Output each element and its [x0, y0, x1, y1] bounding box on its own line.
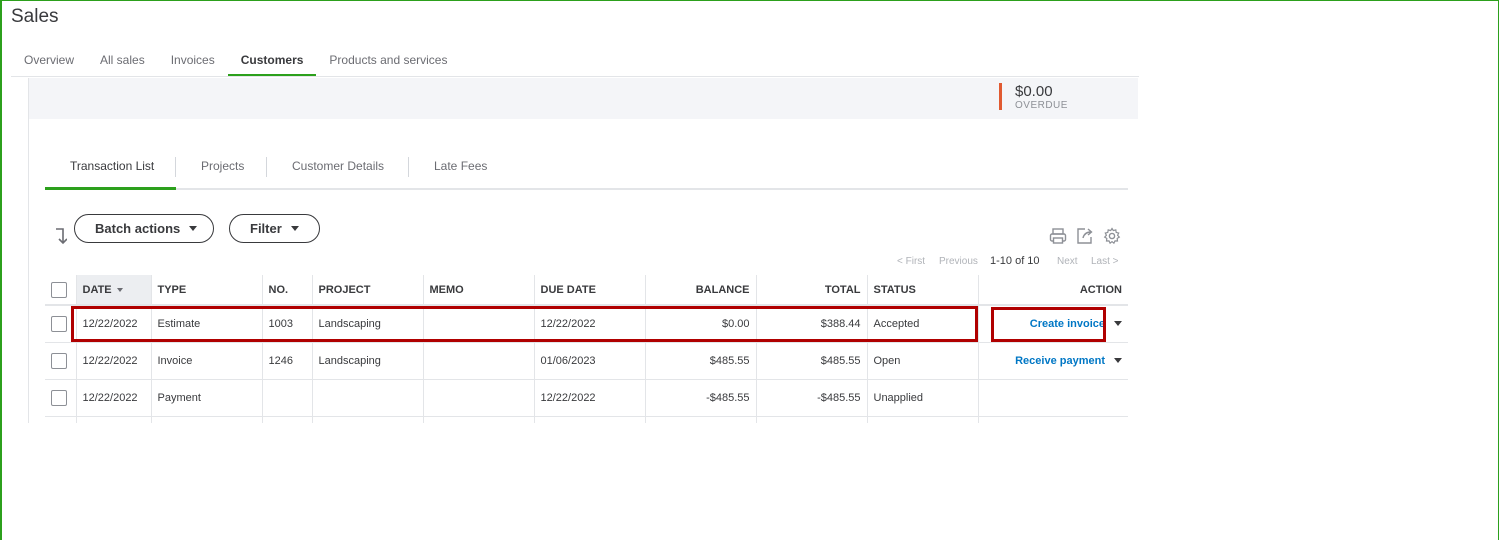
pagination-last[interactable]: Last >: [1091, 256, 1119, 267]
cell-action: Receive payment: [977, 342, 1128, 380]
pagination-next[interactable]: Next: [1057, 256, 1078, 267]
column-header-no[interactable]: NO.: [261, 275, 312, 306]
cell-balance: $0.00: [644, 305, 756, 343]
row-checkbox[interactable]: [51, 315, 67, 332]
column-header-total[interactable]: TOTAL: [755, 275, 867, 306]
cell-type: Payment: [150, 379, 262, 417]
sort-icon[interactable]: [53, 226, 67, 246]
cell-date: 12/22/2022: [75, 379, 151, 417]
cell-type: Invoice: [150, 342, 262, 380]
cell-memo: [422, 379, 534, 417]
tab-overview[interactable]: Overview: [11, 50, 87, 77]
column-header-balance[interactable]: BALANCE: [644, 275, 756, 306]
chevron-down-icon[interactable]: [1114, 321, 1122, 327]
cell-action: Create invoice: [977, 305, 1128, 343]
overdue-amount[interactable]: $0.00: [1015, 83, 1053, 100]
table-row[interactable]: 12/22/2022 Invoice 1246 Landscaping 01/0…: [45, 342, 1128, 380]
chevron-down-icon: [290, 226, 299, 231]
summary-band: [29, 78, 1138, 119]
subtab-customer-details[interactable]: Customer Details: [292, 152, 384, 190]
cell-project: Landscaping: [311, 305, 423, 343]
row-checkbox[interactable]: [51, 389, 67, 406]
tab-all-sales[interactable]: All sales: [87, 50, 158, 77]
cell-balance: -$485.55: [644, 379, 756, 417]
pagination-first[interactable]: < First: [897, 256, 925, 267]
row-select-cell: [45, 305, 76, 343]
select-all-cell: [45, 275, 76, 306]
cell-date: 12/22/2022: [75, 305, 151, 343]
cell-no: [261, 379, 312, 417]
chevron-down-icon[interactable]: [1114, 358, 1122, 364]
sort-descending-icon: [116, 287, 123, 292]
batch-actions-label: Batch actions: [95, 221, 181, 236]
subtab-active-indicator: [45, 187, 176, 190]
row-select-cell: [45, 379, 76, 417]
gear-icon[interactable]: [1103, 227, 1121, 245]
table-row-stub: [45, 417, 1128, 423]
table-row[interactable]: 12/22/2022 Payment 12/22/2022 -$485.55 -…: [45, 379, 1128, 417]
cell-due-date: 01/06/2023: [533, 342, 645, 380]
page-title: Sales: [11, 6, 59, 27]
tab-products-and-services[interactable]: Products and services: [316, 50, 460, 77]
filter-label: Filter: [250, 221, 282, 236]
receive-payment-link[interactable]: Receive payment: [1015, 355, 1105, 367]
subtab-transaction-list[interactable]: Transaction List: [70, 152, 154, 190]
overdue-label: OVERDUE: [1015, 100, 1068, 111]
customer-sub-tabs: Transaction List Projects Customer Detai…: [45, 152, 1128, 190]
cell-due-date: 12/22/2022: [533, 379, 645, 417]
chevron-down-icon: [189, 226, 198, 231]
table-row[interactable]: 12/22/2022 Estimate 1003 Landscaping 12/…: [45, 305, 1128, 343]
cell-status: Unapplied: [866, 379, 978, 417]
overdue-bar[interactable]: [999, 83, 1002, 110]
cell-total: $388.44: [755, 305, 867, 343]
cell-total: -$485.55: [755, 379, 867, 417]
pagination-previous[interactable]: Previous: [939, 256, 978, 267]
row-select-cell: [45, 342, 76, 380]
tabs-divider: [11, 76, 1139, 77]
subtab-late-fees[interactable]: Late Fees: [434, 152, 487, 190]
table-header-row: DATE TYPE NO. PROJECT MEMO DUE DATE BALA…: [45, 275, 1128, 306]
cell-type: Estimate: [150, 305, 262, 343]
select-all-checkbox[interactable]: [51, 281, 67, 298]
cell-action: [977, 379, 1128, 417]
subtab-projects[interactable]: Projects: [201, 152, 244, 190]
column-header-type[interactable]: TYPE: [150, 275, 262, 306]
main-tabs: Overview All sales Invoices Customers Pr…: [11, 50, 460, 77]
cell-project: [311, 379, 423, 417]
cell-status: Open: [866, 342, 978, 380]
row-checkbox[interactable]: [51, 352, 67, 369]
batch-actions-button[interactable]: Batch actions: [74, 214, 214, 243]
cell-due-date: 12/22/2022: [533, 305, 645, 343]
column-header-due-date[interactable]: DUE DATE: [533, 275, 645, 306]
panel-left-border: [28, 78, 29, 423]
cell-project: Landscaping: [311, 342, 423, 380]
subtab-separator: [408, 157, 409, 177]
tab-customers[interactable]: Customers: [227, 50, 317, 77]
export-icon[interactable]: [1076, 227, 1094, 245]
subtab-separator: [266, 157, 267, 177]
column-header-date[interactable]: DATE: [75, 275, 151, 306]
cell-memo: [422, 305, 534, 343]
filter-button[interactable]: Filter: [229, 214, 320, 243]
cell-date: 12/22/2022: [75, 342, 151, 380]
create-invoice-link[interactable]: Create invoice: [1030, 318, 1105, 330]
column-header-status[interactable]: STATUS: [866, 275, 978, 306]
column-header-action: ACTION: [977, 275, 1128, 306]
print-icon[interactable]: [1049, 227, 1067, 245]
cell-total: $485.55: [755, 342, 867, 380]
cell-memo: [422, 342, 534, 380]
transaction-table: DATE TYPE NO. PROJECT MEMO DUE DATE BALA…: [45, 275, 1128, 417]
pagination-range: 1-10 of 10: [990, 255, 1040, 267]
cell-no: 1003: [261, 305, 312, 343]
cell-status: Accepted: [866, 305, 978, 343]
subtab-separator: [175, 157, 176, 177]
cell-balance: $485.55: [644, 342, 756, 380]
tab-invoices[interactable]: Invoices: [158, 50, 228, 77]
cell-no: 1246: [261, 342, 312, 380]
column-header-memo[interactable]: MEMO: [422, 275, 534, 306]
column-header-project[interactable]: PROJECT: [311, 275, 423, 306]
